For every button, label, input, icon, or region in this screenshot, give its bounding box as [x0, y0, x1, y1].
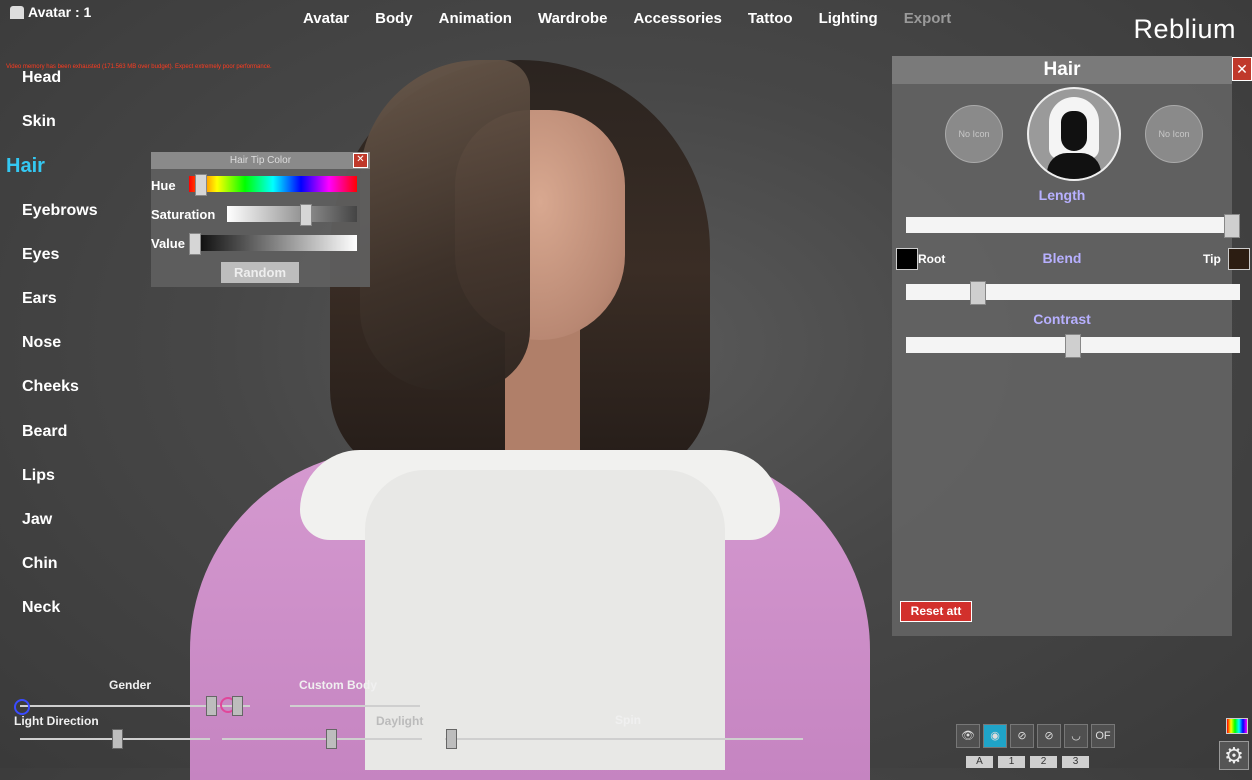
gender-slider-knob-alt[interactable] — [232, 696, 243, 716]
eye-slash-alt-icon[interactable]: ⊘ — [1037, 724, 1061, 748]
hair-tip-color-panel: Hair Tip Color ✕ Hue Saturation Value Ra… — [151, 152, 370, 287]
spin-slider[interactable] — [445, 738, 803, 740]
blend-slider[interactable] — [906, 281, 1240, 305]
menu-lips[interactable]: Lips — [22, 466, 98, 510]
hue-slider-knob[interactable] — [195, 174, 207, 196]
hue-slider[interactable] — [189, 174, 357, 196]
tab-1[interactable]: 1 — [998, 756, 1025, 768]
light-direction-knob[interactable] — [112, 729, 123, 749]
length-slider[interactable] — [906, 214, 1240, 238]
spin-knob[interactable] — [446, 729, 457, 749]
saturation-slider-knob[interactable] — [300, 204, 312, 226]
eye-hidden-icon[interactable]: ◉ — [983, 724, 1007, 748]
blend-slider-knob[interactable] — [970, 281, 986, 305]
contrast-label: Contrast — [1033, 311, 1091, 327]
off-icon[interactable]: OF — [1091, 724, 1115, 748]
tip-panel-header[interactable]: Hair Tip Color ✕ — [151, 152, 370, 169]
avatar-selector[interactable]: Avatar : 1 — [10, 4, 91, 20]
close-icon[interactable]: ✕ — [353, 153, 368, 168]
length-slider-knob[interactable] — [1224, 214, 1240, 238]
dress-shape — [190, 450, 870, 780]
reset-button[interactable]: Reset att — [900, 601, 972, 622]
top-nav: Avatar Body Animation Wardrobe Accessori… — [290, 8, 964, 29]
custom-body-label: Custom Body — [299, 678, 377, 692]
menu-chin[interactable]: Chin — [22, 554, 98, 598]
nav-body[interactable]: Body — [362, 8, 426, 29]
nav-animation[interactable]: Animation — [426, 8, 525, 29]
eye-icon[interactable]: 👁 — [956, 724, 980, 748]
value-slider-knob[interactable] — [189, 233, 201, 255]
nav-accessories[interactable]: Accessories — [620, 8, 734, 29]
brand-logo: Reblium — [1133, 14, 1236, 45]
menu-neck[interactable]: Neck — [22, 598, 98, 642]
light-direction-label: Light Direction — [14, 714, 99, 728]
length-label: Length — [1038, 187, 1086, 203]
menu-jaw[interactable]: Jaw — [22, 510, 98, 554]
face-shape — [455, 110, 625, 340]
gear-icon[interactable]: ⚙ — [1219, 741, 1249, 770]
eye-slash-icon[interactable]: ⊘ — [1010, 724, 1034, 748]
hue-label: Hue — [151, 178, 176, 193]
hair-style-prev[interactable]: No Icon — [945, 105, 1003, 163]
random-button[interactable]: Random — [221, 262, 299, 283]
nav-lighting[interactable]: Lighting — [806, 8, 891, 29]
home-icon — [10, 5, 24, 19]
tab-a[interactable]: A — [966, 756, 993, 768]
menu-eyes[interactable]: Eyes — [22, 245, 98, 289]
close-icon[interactable]: ✕ — [1232, 57, 1252, 81]
gender-label: Gender — [109, 678, 152, 692]
tip-color-swatch[interactable] — [1228, 248, 1250, 270]
hair-panel-title: Hair — [892, 56, 1232, 84]
menu-nose[interactable]: Nose — [22, 333, 98, 377]
hair-front-shape — [360, 60, 530, 390]
custom-body-slider[interactable] — [290, 705, 420, 707]
tip-panel-title: Hair Tip Color — [229, 155, 292, 166]
nav-wardrobe[interactable]: Wardrobe — [525, 8, 620, 29]
hair-panel: Hair No Icon No Icon Length Root Blend T… — [892, 56, 1250, 636]
contrast-slider-knob[interactable] — [1065, 334, 1081, 358]
menu-beard[interactable]: Beard — [22, 422, 98, 466]
gender-slider-knob[interactable] — [206, 696, 217, 716]
value-slider[interactable] — [189, 233, 357, 255]
daylight-slider[interactable] — [222, 738, 422, 740]
menu-cheeks[interactable]: Cheeks — [22, 377, 98, 421]
avatar-label: Avatar : 1 — [28, 4, 92, 20]
nav-avatar[interactable]: Avatar — [290, 8, 362, 29]
menu-head[interactable]: Head — [22, 68, 98, 112]
hair-style-next[interactable]: No Icon — [1145, 105, 1203, 163]
tip-label: Tip — [1203, 252, 1221, 266]
color-palette-icon[interactable] — [1226, 718, 1248, 734]
view-icon-tray: 👁 ◉ ⊘ ⊘ ◡ OF — [956, 724, 1115, 748]
daylight-knob[interactable] — [326, 729, 337, 749]
menu-eyebrows[interactable]: Eyebrows — [22, 201, 98, 245]
menu-skin[interactable]: Skin — [22, 112, 98, 156]
hair-back-shape — [330, 60, 710, 480]
collar-shape — [300, 450, 780, 540]
preset-tabs: A 1 2 3 — [966, 756, 1089, 768]
brand-text: Reblium — [1133, 14, 1236, 44]
menu-hair[interactable]: Hair — [6, 156, 98, 200]
male-icon — [14, 699, 30, 715]
lips-icon[interactable]: ◡ — [1064, 724, 1088, 748]
blend-label: Blend — [1042, 250, 1082, 266]
contrast-slider[interactable] — [906, 334, 1240, 358]
nav-tattoo[interactable]: Tattoo — [735, 8, 806, 29]
nav-export[interactable]: Export — [891, 8, 965, 29]
menu-ears[interactable]: Ears — [22, 289, 98, 333]
neck-shape — [505, 320, 580, 460]
tab-2[interactable]: 2 — [1030, 756, 1057, 768]
hair-style-current[interactable] — [1027, 87, 1121, 181]
spin-label: Spin — [615, 713, 641, 727]
saturation-label: Saturation — [151, 207, 216, 222]
daylight-label: Daylight — [376, 714, 424, 728]
tab-3[interactable]: 3 — [1062, 756, 1089, 768]
left-menu: Head Skin Hair Eyebrows Eyes Ears Nose C… — [6, 68, 98, 642]
value-label: Value — [151, 236, 185, 251]
saturation-slider[interactable] — [227, 204, 357, 226]
